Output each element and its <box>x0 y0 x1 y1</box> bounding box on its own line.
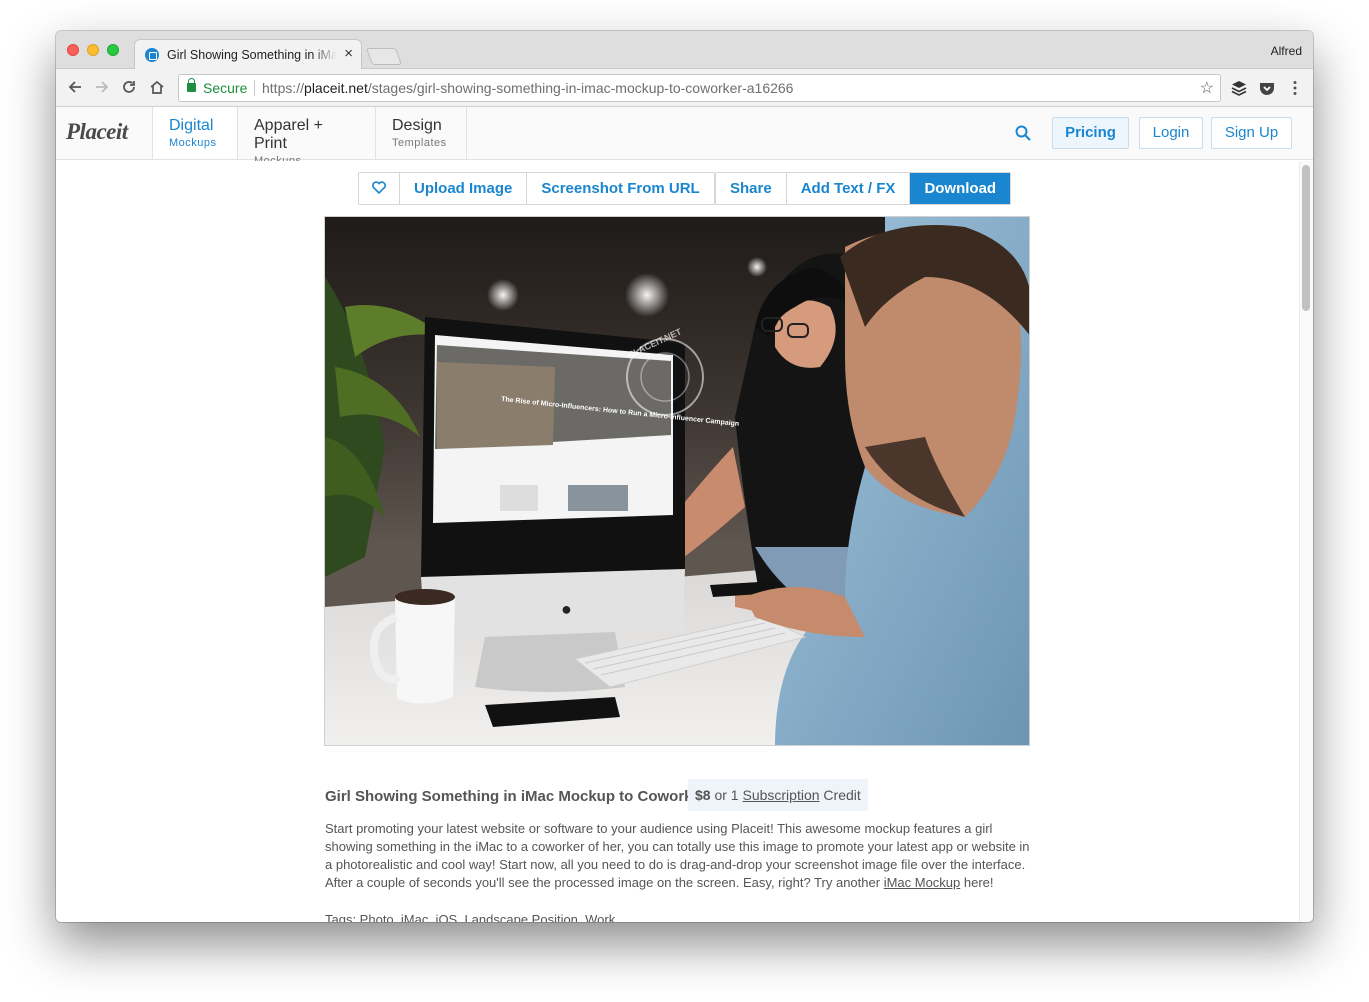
url-text: https://placeit.net/stages/girl-showing-… <box>262 80 793 96</box>
add-text-fx-button[interactable]: Add Text / FX <box>787 173 911 204</box>
profile-name[interactable]: Alfred <box>1271 44 1302 58</box>
product-title: Girl Showing Something in iMac Mockup to… <box>325 788 707 805</box>
credit-label: Credit <box>823 787 861 803</box>
login-button[interactable]: Login <box>1139 117 1203 149</box>
favorite-button[interactable] <box>359 173 400 204</box>
subscription-link[interactable]: Subscription <box>742 787 819 803</box>
nav-design-templates[interactable]: Design Templates <box>375 107 467 159</box>
buffer-extension-icon[interactable] <box>1230 79 1248 97</box>
tab-close-icon[interactable]: × <box>344 45 353 62</box>
nav-label: Design <box>392 117 442 134</box>
tab-title: Girl Showing Something in iMac Mockup to… <box>167 48 337 62</box>
apple-logo-icon: ● <box>561 599 572 619</box>
home-icon[interactable] <box>148 78 166 96</box>
signup-button[interactable]: Sign Up <box>1211 117 1292 149</box>
close-window-button[interactable] <box>67 44 79 56</box>
zoom-window-button[interactable] <box>107 44 119 56</box>
lock-icon <box>187 78 196 92</box>
download-button[interactable]: Download <box>910 173 1011 204</box>
menu-kebab-icon[interactable] <box>1286 79 1304 97</box>
tab-bar: Girl Showing Something in iMac Mockup to… <box>56 31 1313 69</box>
price-or: or 1 <box>714 787 739 803</box>
upload-image-button[interactable]: Upload Image <box>400 173 528 204</box>
scrollbar-thumb[interactable] <box>1302 165 1310 311</box>
url-input[interactable]: Secure https://placeit.net/stages/girl-s… <box>178 74 1221 102</box>
product-description: Start promoting your latest website or s… <box>325 820 1035 892</box>
heart-icon <box>372 181 386 195</box>
nav-apparel-print[interactable]: Apparel + Print Mockups <box>237 107 375 167</box>
placeit-favicon-icon <box>145 48 159 62</box>
nav-sublabel: Templates <box>392 137 447 149</box>
page-content: Upload Image Screenshot From URL Share A… <box>56 161 1313 922</box>
address-bar-row: Secure https://placeit.net/stages/girl-s… <box>56 69 1313 107</box>
url-path: /stages/girl-showing-something-in-imac-m… <box>367 80 794 96</box>
bookmark-star-icon[interactable]: ☆ <box>1200 78 1214 98</box>
minimize-window-button[interactable] <box>87 44 99 56</box>
secure-label: Secure <box>203 80 248 96</box>
nav-sublabel: Mockups <box>169 137 217 149</box>
description-end: here! <box>963 875 994 890</box>
share-button[interactable]: Share <box>716 173 787 204</box>
url-host: placeit.net <box>304 80 368 96</box>
nav-label: Digital <box>169 117 214 134</box>
reload-icon[interactable] <box>120 78 138 96</box>
mockup-preview-image[interactable]: The Rise of Micro-Influencers: How to Ru… <box>324 216 1030 746</box>
omnibox-divider <box>254 80 255 96</box>
nav-label: Apparel + Print <box>254 117 323 152</box>
imac-mockup-link[interactable]: iMac Mockup <box>884 875 961 890</box>
editor-toolbar-right: Share Add Text / FX Download <box>715 172 1012 205</box>
forward-arrow-icon[interactable] <box>93 78 111 96</box>
screenshot-from-url-button[interactable]: Screenshot From URL <box>527 173 713 204</box>
scrollbar-track[interactable] <box>1299 161 1313 922</box>
editor-toolbar-left: Upload Image Screenshot From URL <box>358 172 715 205</box>
new-tab-button[interactable] <box>365 48 403 65</box>
placeit-logo[interactable]: Placeit <box>66 119 128 145</box>
price-badge: $8 or 1 Subscription Credit <box>688 779 868 811</box>
browser-tab[interactable]: Girl Showing Something in iMac Mockup to… <box>134 39 362 69</box>
back-arrow-icon[interactable] <box>66 78 84 96</box>
search-icon[interactable] <box>1014 124 1032 142</box>
pocket-extension-icon[interactable] <box>1258 79 1276 97</box>
product-tags: Tags: Photo, iMac, iOS, Landscape Positi… <box>325 912 616 922</box>
url-scheme: https:// <box>262 80 305 96</box>
browser-window: Girl Showing Something in iMac Mockup to… <box>56 31 1313 922</box>
nav-digital-mockups[interactable]: Digital Mockups <box>152 107 238 159</box>
price-amount: $8 <box>695 787 711 803</box>
office-photo: The Rise of Micro-Influencers: How to Ru… <box>325 217 1029 745</box>
pricing-button[interactable]: Pricing <box>1052 117 1129 149</box>
site-header: Placeit Digital Mockups Apparel + Print … <box>56 107 1313 167</box>
